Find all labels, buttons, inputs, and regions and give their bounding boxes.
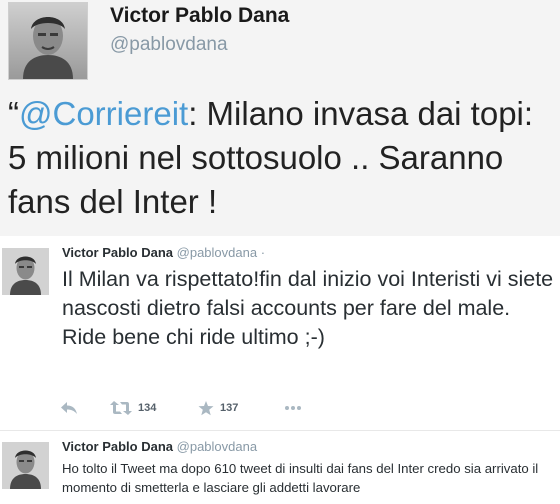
author-name[interactable]: Victor Pablo Dana (110, 4, 289, 28)
mention-link[interactable]: @Corriereit (19, 95, 188, 132)
timestamp-separator: · (257, 245, 266, 260)
favorite-count: 137 (220, 402, 239, 414)
avatar-portrait-icon (9, 3, 87, 79)
avatar[interactable] (2, 248, 49, 295)
avatar[interactable] (2, 442, 49, 489)
favorite-button[interactable]: 137 (198, 398, 238, 418)
tweet-card: Victor Pablo Dana @pablovdana · Il Milan… (0, 240, 560, 431)
more-dots-icon (285, 406, 301, 410)
avatar-portrait-icon (2, 442, 49, 489)
retweet-button[interactable]: 134 (110, 398, 156, 418)
avatar[interactable] (8, 2, 88, 80)
author-handle[interactable]: @pablovdana (177, 439, 257, 454)
tweet-actions: 134 137 (60, 398, 360, 418)
star-icon (198, 400, 214, 415)
tweet-header: Victor Pablo Dana @pablovdana (62, 439, 257, 454)
tweet-card: Victor Pablo Dana @pablovdana Ho tolto i… (0, 432, 560, 504)
author-name[interactable]: Victor Pablo Dana (62, 245, 173, 260)
tweet-text: “@Corriereit: Milano invasa dai topi: 5 … (8, 92, 556, 224)
quoted-tweet-screenshot: Victor Pablo Dana @pablovdana “@Corriere… (0, 0, 560, 236)
avatar-portrait-icon (2, 248, 49, 295)
reply-button[interactable] (60, 398, 78, 418)
author-handle[interactable]: @pablovdana (110, 34, 228, 56)
retweet-count: 134 (138, 402, 157, 414)
author-handle[interactable]: @pablovdana (177, 245, 257, 260)
more-button[interactable] (284, 398, 302, 418)
tweet-text: Il Milan va rispettato!fin dal inizio vo… (62, 267, 554, 349)
author-name[interactable]: Victor Pablo Dana (62, 439, 173, 454)
tweet-header: Victor Pablo Dana @pablovdana · (62, 245, 265, 260)
retweet-icon (110, 401, 132, 415)
quote-mark: “ (8, 95, 19, 132)
reply-icon (61, 402, 77, 414)
tweet-text: Ho tolto il Tweet ma dopo 610 tweet di i… (62, 461, 539, 495)
